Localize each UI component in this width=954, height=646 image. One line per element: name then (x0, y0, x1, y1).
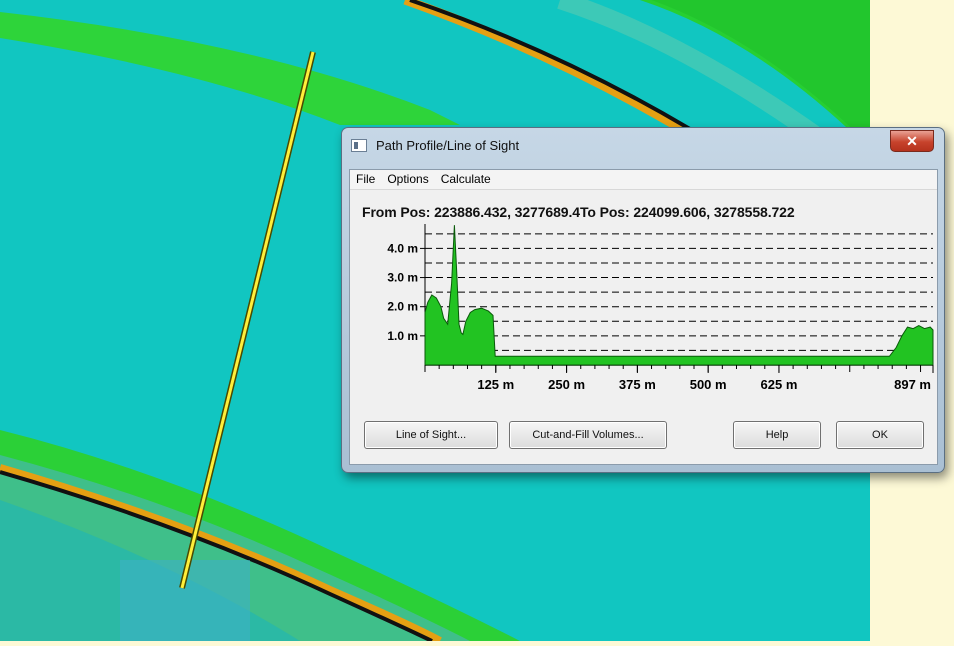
x-tick-label: 375 m (619, 377, 656, 392)
x-tick-label: 250 m (548, 377, 585, 392)
x-tick-label: 625 m (761, 377, 798, 392)
y-tick-label: 4.0 m (387, 241, 418, 255)
terrain-map[interactable]: Path Profile/Line of Sight ✕ File Option… (0, 0, 954, 645)
line-of-sight-button[interactable]: Line of Sight... (364, 421, 498, 449)
dialog-client: File Options Calculate From Pos: 223886.… (349, 169, 938, 465)
cut-and-fill-button[interactable]: Cut-and-Fill Volumes... (509, 421, 667, 449)
x-tick-label: 125 m (477, 377, 514, 392)
ok-button[interactable]: OK (836, 421, 924, 449)
path-profile-dialog[interactable]: Path Profile/Line of Sight ✕ File Option… (341, 127, 945, 473)
close-button[interactable]: ✕ (890, 130, 934, 152)
window-icon[interactable] (351, 139, 367, 152)
terrain-profile-area[interactable] (424, 225, 934, 366)
x-tick-label: 500 m (690, 377, 727, 392)
y-tick-label: 3.0 m (387, 271, 418, 285)
dialog-title: Path Profile/Line of Sight (376, 138, 520, 153)
help-button[interactable]: Help (733, 421, 821, 449)
profile-chart[interactable]: 1.0 m 2.0 m 3.0 m 4.0 m 125 m 250 m 375 m 500 … (350, 170, 937, 420)
y-tick-label: 2.0 m (387, 300, 418, 314)
dialog-titlebar[interactable]: Path Profile/Line of Sight ✕ (342, 128, 944, 164)
x-tick-label: 897 m (894, 377, 931, 392)
y-tick-label: 1.0 m (387, 329, 418, 343)
